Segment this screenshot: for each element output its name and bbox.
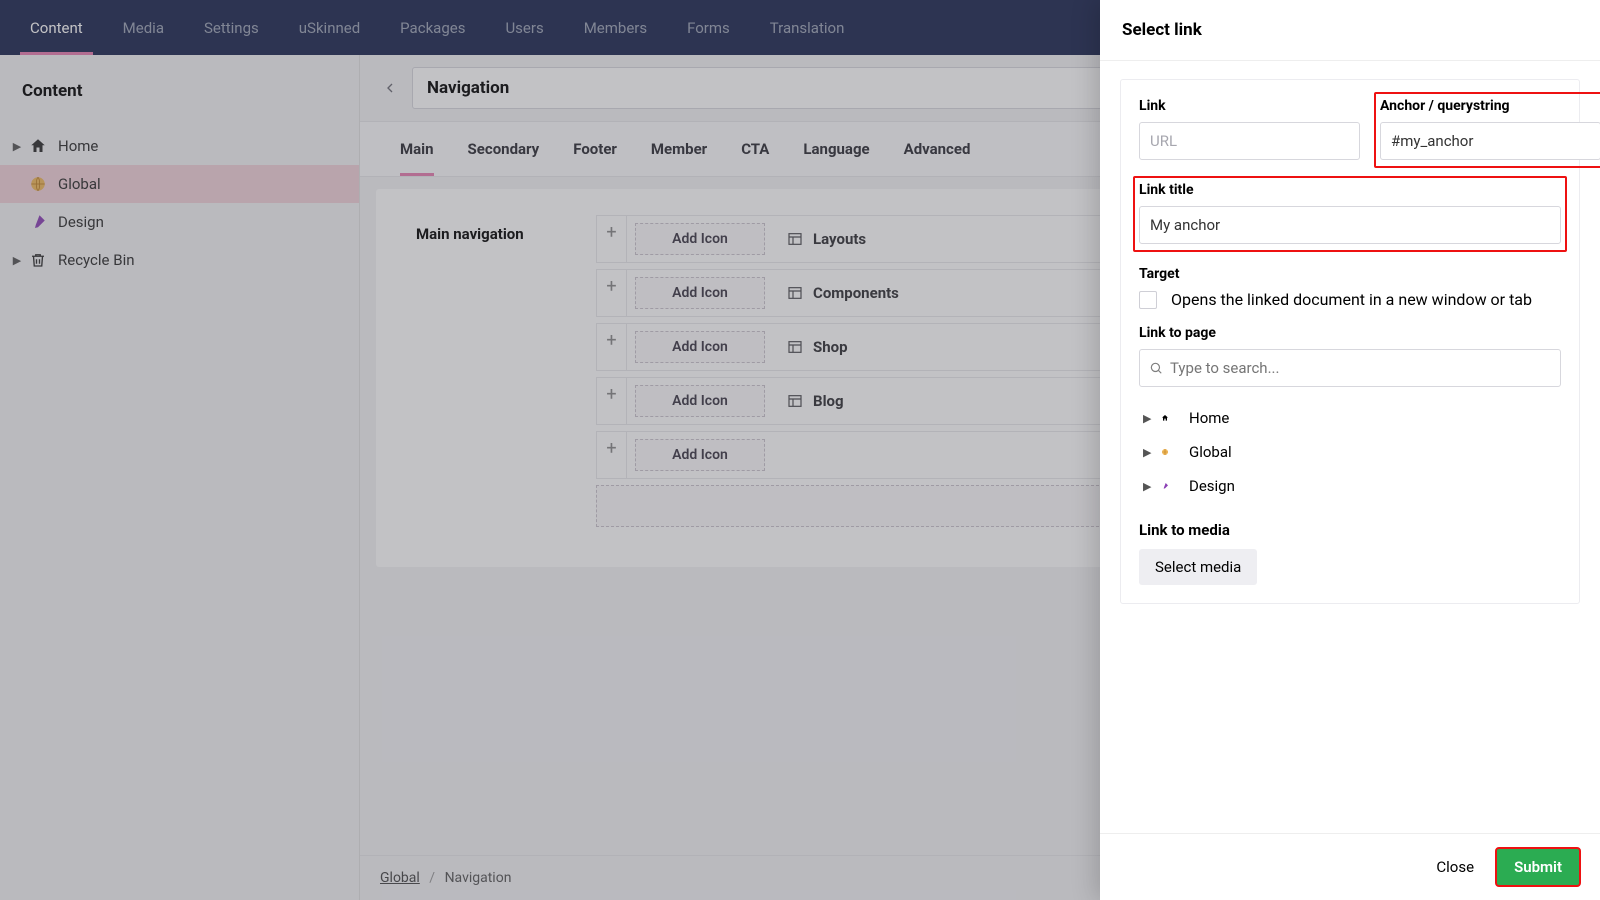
caret-icon[interactable]: ▶ (1143, 480, 1155, 493)
panel-footer: Close Submit (1100, 833, 1600, 900)
target-label: Target (1139, 266, 1561, 282)
caret-icon[interactable]: ▶ (1143, 412, 1155, 425)
page-search-input[interactable] (1139, 349, 1561, 387)
anchor-input[interactable] (1380, 122, 1600, 160)
link-label: Link (1139, 98, 1360, 114)
page-tree-item-global[interactable]: ▶ Global (1139, 435, 1561, 469)
anchor-label: Anchor / querystring (1380, 98, 1600, 114)
caret-icon[interactable]: ▶ (1143, 446, 1155, 459)
link-title-label: Link title (1139, 182, 1561, 198)
target-description: Opens the linked document in a new windo… (1171, 290, 1532, 309)
search-icon (1149, 361, 1163, 375)
page-tree-label: Design (1189, 477, 1235, 495)
target-checkbox[interactable] (1139, 291, 1157, 309)
link-url-input[interactable] (1139, 122, 1360, 160)
brush-icon (1161, 477, 1179, 495)
panel-title: Select link (1100, 0, 1600, 61)
globe-icon (1161, 443, 1179, 461)
page-tree-item-home[interactable]: ▶ Home (1139, 401, 1561, 435)
close-button[interactable]: Close (1426, 850, 1484, 884)
home-icon (1161, 409, 1179, 427)
page-tree-label: Global (1189, 443, 1232, 461)
page-tree-item-design[interactable]: ▶ Design (1139, 469, 1561, 503)
link-title-input[interactable] (1139, 206, 1561, 244)
page-tree-label: Home (1189, 409, 1229, 427)
link-to-page-label: Link to page (1139, 325, 1561, 341)
submit-button[interactable]: Submit (1496, 848, 1580, 886)
select-link-panel: Select link Link Anchor / querystring Li… (1100, 0, 1600, 900)
link-to-media-label: Link to media (1139, 521, 1561, 539)
select-media-button[interactable]: Select media (1139, 549, 1257, 585)
